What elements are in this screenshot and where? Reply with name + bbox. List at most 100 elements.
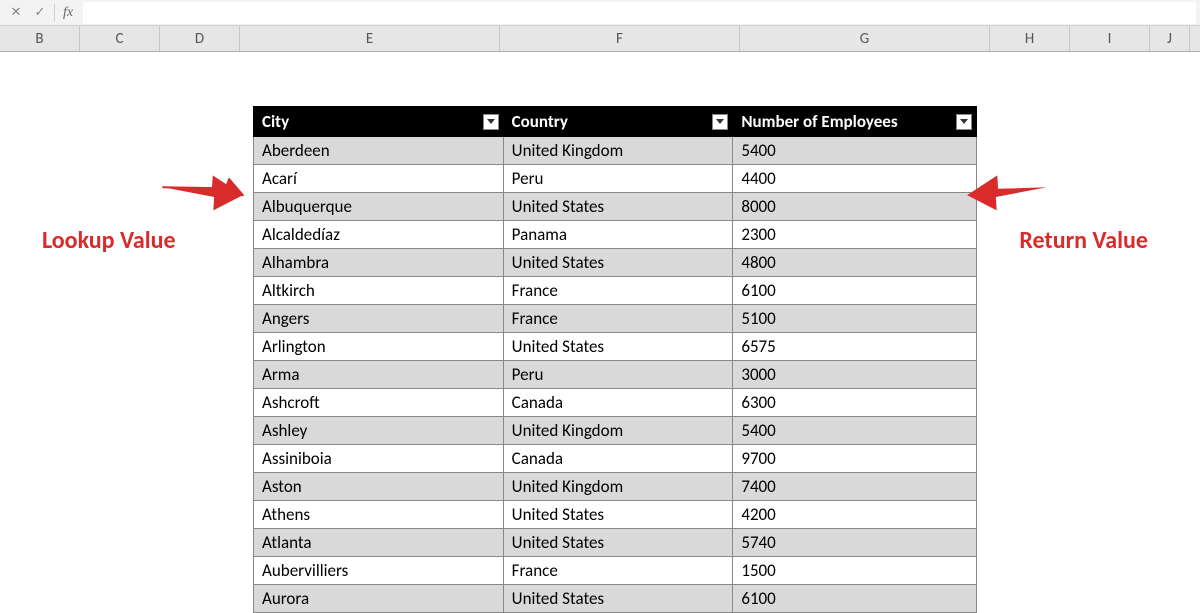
table-cell[interactable]: Acarí xyxy=(254,165,504,193)
header-label: Number of Employees xyxy=(741,111,897,132)
table-cell[interactable]: France xyxy=(503,557,733,585)
table-cell[interactable]: 5740 xyxy=(733,529,977,557)
table-cell[interactable]: 4800 xyxy=(733,249,977,277)
header-city[interactable]: City xyxy=(254,107,504,137)
table-cell[interactable]: United States xyxy=(503,193,733,221)
table-cell[interactable]: United States xyxy=(503,529,733,557)
table-cell[interactable]: Albuquerque xyxy=(254,193,504,221)
formula-bar: ✕ ✓ fx xyxy=(0,0,1200,26)
table-cell[interactable]: United States xyxy=(503,501,733,529)
table-cell[interactable]: 5100 xyxy=(733,305,977,333)
table-cell[interactable]: 3000 xyxy=(733,361,977,389)
table-cell[interactable]: United Kingdom xyxy=(503,473,733,501)
table-cell[interactable]: France xyxy=(503,305,733,333)
table-cell[interactable]: Assiniboia xyxy=(254,445,504,473)
header-label: City xyxy=(262,111,289,132)
table-cell[interactable]: Peru xyxy=(503,361,733,389)
table-cell[interactable]: 5400 xyxy=(733,417,977,445)
column-header-i[interactable]: I xyxy=(1070,26,1150,51)
table-cell[interactable]: Athens xyxy=(254,501,504,529)
table-cell[interactable]: Aberdeen xyxy=(254,137,504,165)
formula-enter-button[interactable]: ✓ xyxy=(28,2,52,24)
table-cell[interactable]: United Kingdom xyxy=(503,137,733,165)
annotation-lookup: Lookup Value xyxy=(42,162,242,255)
data-table: City Country Number of Employees Aberdee… xyxy=(253,106,977,613)
column-header-e[interactable]: E xyxy=(240,26,500,51)
table-cell[interactable]: 4200 xyxy=(733,501,977,529)
insert-function-button[interactable]: fx xyxy=(57,5,79,21)
table-cell[interactable]: United Kingdom xyxy=(503,417,733,445)
column-header-h[interactable]: H xyxy=(990,26,1070,51)
table-cell[interactable]: Peru xyxy=(503,165,733,193)
formula-cancel-button[interactable]: ✕ xyxy=(4,2,28,24)
table-cell[interactable]: 2300 xyxy=(733,221,977,249)
column-header-c[interactable]: C xyxy=(80,26,160,51)
table-cell[interactable]: Ashcroft xyxy=(254,389,504,417)
filter-dropdown-icon[interactable] xyxy=(712,114,728,130)
table-row: AngersFrance5100 xyxy=(254,305,977,333)
table-row: AlbuquerqueUnited States8000 xyxy=(254,193,977,221)
table-cell[interactable]: Panama xyxy=(503,221,733,249)
table-cell[interactable]: Aurora xyxy=(254,585,504,613)
table-cell[interactable]: Aston xyxy=(254,473,504,501)
table-cell[interactable]: 9700 xyxy=(733,445,977,473)
table-row: AthensUnited States4200 xyxy=(254,501,977,529)
table-cell[interactable]: 7400 xyxy=(733,473,977,501)
table-cell[interactable]: Ashley xyxy=(254,417,504,445)
table-row: ArlingtonUnited States6575 xyxy=(254,333,977,361)
table-cell[interactable]: Angers xyxy=(254,305,504,333)
table-row: AlcaldedíazPanama2300 xyxy=(254,221,977,249)
table-cell[interactable]: United States xyxy=(503,585,733,613)
column-header-g[interactable]: G xyxy=(740,26,990,51)
table-row: AuroraUnited States6100 xyxy=(254,585,977,613)
table-cell[interactable]: France xyxy=(503,277,733,305)
table-cell[interactable]: Altkirch xyxy=(254,277,504,305)
table-cell[interactable]: United States xyxy=(503,249,733,277)
table-row: AcaríPeru4400 xyxy=(254,165,977,193)
table-row: AubervilliersFrance1500 xyxy=(254,557,977,585)
column-header-b[interactable]: B xyxy=(0,26,80,51)
annotation-return: Return Value xyxy=(968,162,1148,255)
table-row: AstonUnited Kingdom7400 xyxy=(254,473,977,501)
table-cell[interactable]: 6575 xyxy=(733,333,977,361)
table-cell[interactable]: 6100 xyxy=(733,585,977,613)
table-row: AberdeenUnited Kingdom5400 xyxy=(254,137,977,165)
column-header-d[interactable]: D xyxy=(160,26,240,51)
header-employees[interactable]: Number of Employees xyxy=(733,107,977,137)
table-cell[interactable]: Alhambra xyxy=(254,249,504,277)
annotation-label: Return Value xyxy=(1019,226,1148,255)
table-row: AtlantaUnited States5740 xyxy=(254,529,977,557)
table-body: AberdeenUnited Kingdom5400AcaríPeru4400A… xyxy=(254,137,977,613)
annotation-label: Lookup Value xyxy=(42,226,176,255)
table-row: AlhambraUnited States4800 xyxy=(254,249,977,277)
table-cell[interactable]: Alcaldedíaz xyxy=(254,221,504,249)
header-label: Country xyxy=(512,111,568,132)
column-header-f[interactable]: F xyxy=(500,26,740,51)
table-row: AshcroftCanada6300 xyxy=(254,389,977,417)
table-header-row: City Country Number of Employees xyxy=(254,107,977,137)
header-country[interactable]: Country xyxy=(503,107,733,137)
table-cell[interactable]: 5400 xyxy=(733,137,977,165)
filter-dropdown-icon[interactable] xyxy=(956,114,972,130)
filter-dropdown-icon[interactable] xyxy=(483,114,499,130)
table-cell[interactable]: United States xyxy=(503,333,733,361)
divider xyxy=(54,4,55,22)
worksheet: City Country Number of Employees Aberdee… xyxy=(0,52,1200,600)
table-cell[interactable]: Atlanta xyxy=(254,529,504,557)
table-cell[interactable]: 1500 xyxy=(733,557,977,585)
column-header-j[interactable]: J xyxy=(1150,26,1190,51)
table-cell[interactable]: Canada xyxy=(503,389,733,417)
table-cell[interactable]: Aubervilliers xyxy=(254,557,504,585)
table-row: ArmaPeru3000 xyxy=(254,361,977,389)
table-cell[interactable]: 4400 xyxy=(733,165,977,193)
table-cell[interactable]: Canada xyxy=(503,445,733,473)
arrow-icon xyxy=(153,146,250,234)
column-headers: BCDEFGHIJ xyxy=(0,26,1200,52)
formula-input[interactable] xyxy=(83,2,1196,24)
table-cell[interactable]: Arma xyxy=(254,361,504,389)
table-cell[interactable]: 8000 xyxy=(733,193,977,221)
table-cell[interactable]: Arlington xyxy=(254,333,504,361)
table-cell[interactable]: 6100 xyxy=(733,277,977,305)
table-cell[interactable]: 6300 xyxy=(733,389,977,417)
table-row: AltkirchFrance6100 xyxy=(254,277,977,305)
